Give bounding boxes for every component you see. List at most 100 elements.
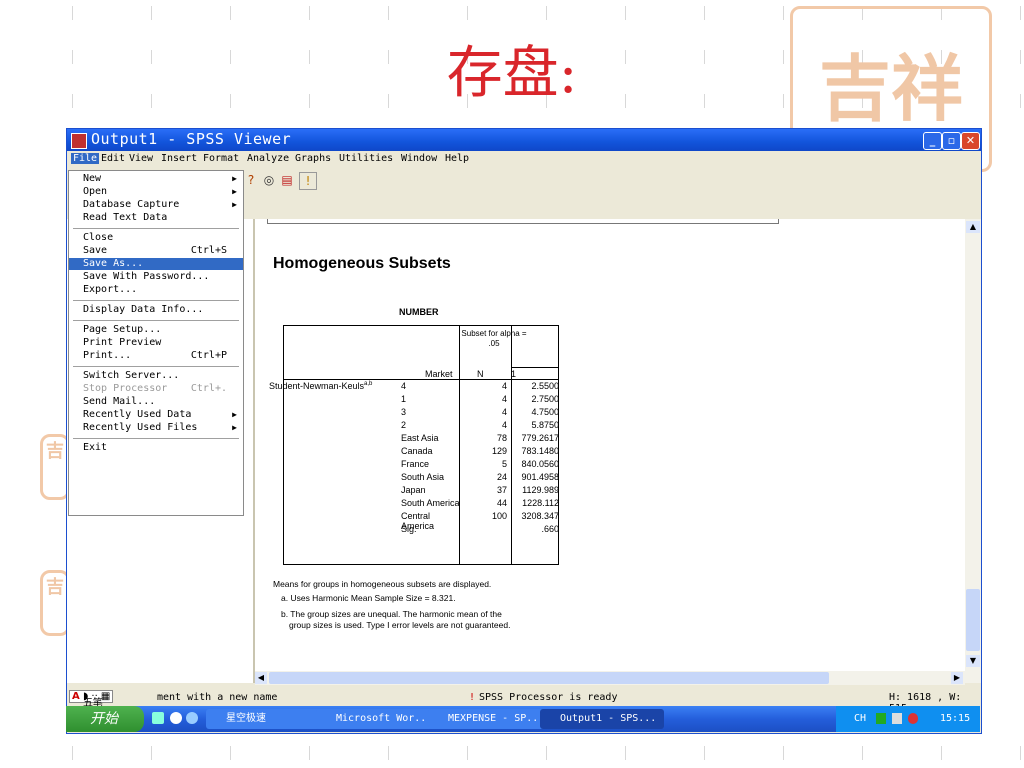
grid-tick xyxy=(467,746,468,760)
menu-separator xyxy=(73,228,239,229)
file-menu-item[interactable]: Read Text Data xyxy=(69,212,243,224)
file-menu-item[interactable]: Display Data Info... xyxy=(69,304,243,316)
menu-window[interactable]: Window xyxy=(401,153,437,164)
table-cell-n: 4 xyxy=(501,407,507,417)
file-menu-item[interactable]: Recently Used Data ▶ xyxy=(69,409,243,421)
table-cell-value: 783.1480 xyxy=(521,446,559,456)
table-cell-value: 840.0560 xyxy=(521,459,559,469)
subset-header: Subset for alpha = .05 xyxy=(461,329,527,348)
menu-analyze[interactable]: Analyze xyxy=(247,153,289,164)
file-menu-item[interactable]: Save With Password... xyxy=(69,271,243,283)
file-menu-item[interactable]: Page Setup... xyxy=(69,324,243,336)
taskbar-item[interactable]: 星空极速 xyxy=(206,709,322,729)
menu-separator xyxy=(73,320,239,321)
taskbar-item[interactable]: Microsoft Wor... xyxy=(316,709,440,729)
file-menu-item[interactable]: Save Ctrl+S xyxy=(69,245,243,257)
subset-number-header: 1 xyxy=(511,369,517,379)
file-menu-item[interactable]: Export... xyxy=(69,284,243,296)
tray-icon[interactable] xyxy=(892,713,902,724)
file-menu-item[interactable]: Database Capture ▶ xyxy=(69,199,243,211)
quick-launch-icon[interactable] xyxy=(170,712,182,724)
designate-window-icon[interactable]: ◎ xyxy=(261,172,277,188)
table-title: NUMBER xyxy=(399,307,439,317)
menu-insert[interactable]: Insert xyxy=(161,153,197,164)
output-heading: Homogeneous Subsets xyxy=(273,255,451,272)
taskbar-item-active[interactable]: Output1 - SPS... xyxy=(540,709,664,729)
menu-file[interactable]: File xyxy=(71,153,100,164)
goto-chart-icon[interactable]: ▤ xyxy=(279,172,295,188)
clock[interactable]: 15:15 xyxy=(940,713,970,724)
title-bar[interactable]: Output1 - SPSS Viewer _ ▫ ✕ xyxy=(67,129,981,151)
start-button[interactable]: 开始 xyxy=(66,706,144,732)
help-topic-icon[interactable]: ? xyxy=(243,172,259,188)
menu-item-label: Send Mail... xyxy=(83,396,156,407)
scroll-right-icon[interactable]: ▶ xyxy=(951,672,963,684)
close-icon[interactable]: ✕ xyxy=(961,132,980,150)
scroll-thumb[interactable] xyxy=(966,589,980,651)
scroll-up-icon[interactable]: ▲ xyxy=(966,221,980,233)
menu-utilities[interactable]: Utilities xyxy=(339,153,393,164)
menu-format[interactable]: Format xyxy=(203,153,239,164)
submenu-arrow-icon: ▶ xyxy=(232,200,237,209)
tray-icon[interactable] xyxy=(908,713,918,724)
file-menu-item[interactable]: Close xyxy=(69,232,243,244)
file-menu-item[interactable]: Save As... xyxy=(69,258,243,270)
menu-item-label: Close xyxy=(83,232,114,243)
file-menu-item[interactable]: Send Mail... xyxy=(69,396,243,408)
grid-tick xyxy=(467,6,468,20)
menu-item-shortcut: Ctrl+. xyxy=(190,383,227,394)
previous-output-frame xyxy=(267,219,779,224)
grid-tick xyxy=(941,746,942,760)
spss-app-icon xyxy=(71,133,87,149)
submenu-arrow-icon: ▶ xyxy=(232,174,237,183)
menu-item-label: Print... xyxy=(83,350,132,361)
grid-tick xyxy=(388,746,389,760)
file-menu-item[interactable]: New ▶ xyxy=(69,173,243,185)
table-cell-n: 78 xyxy=(496,433,507,443)
table-cell-value: 5.8750 xyxy=(531,420,559,430)
grid-tick xyxy=(151,6,152,20)
menu-item-label: Exit xyxy=(83,442,108,453)
output-pane[interactable]: Homogeneous Subsets NUMBER Subset for al… xyxy=(255,219,965,683)
quick-launch-icon[interactable] xyxy=(186,712,198,724)
hscroll-thumb[interactable] xyxy=(269,672,829,684)
file-menu-item[interactable]: Print Preview xyxy=(69,337,243,349)
menu-help[interactable]: Help xyxy=(445,153,469,164)
file-menu-item[interactable]: Recently Used Files ▶ xyxy=(69,422,243,434)
window-title: Output1 - SPSS Viewer xyxy=(91,130,292,148)
table-cell-market: East Asia xyxy=(401,433,439,443)
horizontal-scrollbar[interactable]: ◀ ▶ xyxy=(255,671,965,685)
grid-tick xyxy=(704,746,705,760)
system-tray: CH 15:15 xyxy=(836,706,980,732)
tray-icon[interactable] xyxy=(876,713,886,724)
menu-separator xyxy=(73,438,239,439)
table-cell-value: 1129.989 xyxy=(522,485,559,495)
taskbar-item[interactable]: MEXPENSE - SP... xyxy=(428,709,552,729)
table-cell-value: 2.7500 xyxy=(531,394,559,404)
status-bar: A 五笔型 ◗ ·· ▦ ment with a new name ! SPSS… xyxy=(67,689,981,724)
alert-icon[interactable]: ! xyxy=(299,172,317,190)
menu-item-label: Save As... xyxy=(83,258,144,269)
ime-indicator[interactable]: A 五笔型 ◗ ·· ▦ xyxy=(69,690,114,724)
row-group-name: Student-Newman-Keuls xyxy=(269,381,365,391)
submenu-arrow-icon: ▶ xyxy=(232,423,237,432)
scroll-left-icon[interactable]: ◀ xyxy=(255,672,267,684)
minimize-icon[interactable]: _ xyxy=(923,132,942,150)
table-cell-market: Canada xyxy=(401,446,433,456)
menu-edit[interactable]: Edit xyxy=(101,153,125,164)
file-menu-item[interactable]: Switch Server... xyxy=(69,370,243,382)
vertical-scrollbar[interactable]: ▲ ▼ xyxy=(965,219,981,683)
grid-tick xyxy=(309,6,310,20)
file-menu-item[interactable]: Stop Processor Ctrl+. xyxy=(69,383,243,395)
file-menu-item[interactable]: Print... Ctrl+P xyxy=(69,350,243,362)
menu-item-label: Recently Used Files xyxy=(83,422,198,433)
menu-graphs[interactable]: Graphs xyxy=(295,153,331,164)
file-menu-item[interactable]: Open ▶ xyxy=(69,186,243,198)
quick-launch-icon[interactable] xyxy=(152,712,164,724)
language-indicator[interactable]: CH xyxy=(854,713,866,724)
maximize-icon[interactable]: ▫ xyxy=(942,132,961,150)
file-menu-item[interactable]: Exit xyxy=(69,442,243,454)
menu-view[interactable]: View xyxy=(129,153,153,164)
grid-tick xyxy=(704,6,705,20)
scroll-down-icon[interactable]: ▼ xyxy=(966,655,980,667)
